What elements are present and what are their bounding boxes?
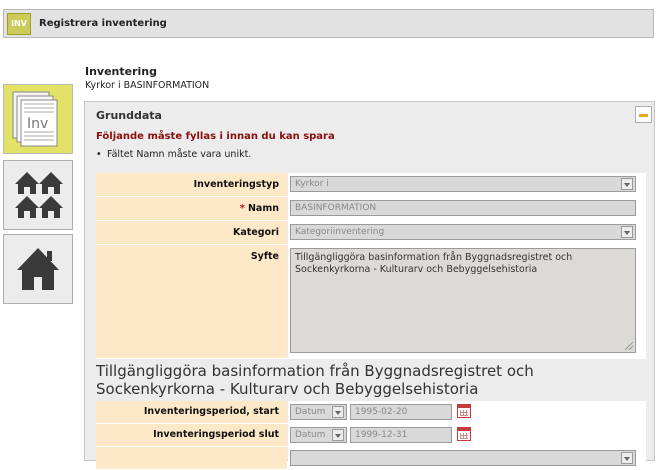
chevron-down-icon [332,406,344,418]
form-row-next [96,447,646,470]
syfte-label: Syfte [96,245,287,358]
house-icon [17,248,59,290]
houses-group-icon [15,172,63,218]
form-row-period-start: Inventeringsperiod, start Datum 1995-02-… [96,401,646,424]
syfte-preview: Tillgängliggöra basinformation från Bygg… [96,362,534,398]
namn-input[interactable]: BASINFORMATION [290,200,636,216]
kategori-select[interactable]: Kategoriinventering [290,224,636,240]
period-slut-date-input[interactable]: 1999-12-31 [350,427,452,443]
period-start-datum-select[interactable]: Datum [290,404,347,420]
form-row-namn: * Namn BASINFORMATION [96,197,646,221]
collapse-button[interactable] [635,106,652,123]
inventeringstyp-label: Inventeringstyp [96,173,287,196]
chevron-down-icon [332,429,344,441]
calendar-icon[interactable] [457,427,471,441]
document-stack-icon: Inv [12,91,58,147]
next-select[interactable] [290,450,636,466]
grunddata-form: Inventeringstyp Kyrkor i * Namn BASINFOR… [96,173,646,470]
kategori-label: Kategori [96,221,287,244]
nav-tile-building[interactable] [3,234,73,304]
section-subtitle: Kyrkor i BASINFORMATION [85,80,210,91]
nav-tile-inventering[interactable]: Inv [3,84,73,154]
page-title: Registrera inventering [39,18,167,29]
period-start-label: Inventeringsperiod, start [96,401,287,423]
form-row-period-slut: Inventeringsperiod slut Datum 1999-12-31 [96,424,646,447]
minus-icon [639,114,648,117]
calendar-icon[interactable] [457,404,471,418]
chevron-down-icon [621,178,633,190]
namn-label: * Namn [96,197,287,220]
top-bar: INV Registrera inventering [3,9,654,38]
grunddata-panel: Grunddata Följande måste fyllas i innan … [84,101,655,470]
syfte-textarea[interactable]: Tillgängliggöra basinformation från Bygg… [290,248,636,353]
section-heading: Inventering [85,65,158,78]
form-row-syfte: Syfte Tillgängliggöra basinformation frå… [96,245,646,359]
period-slut-datum-select[interactable]: Datum [290,427,347,443]
svg-text:Inv: Inv [27,116,48,132]
validation-error-title: Följande måste fyllas i innan du kan spa… [96,131,335,142]
resize-grip-icon[interactable] [625,342,633,350]
panel-title: Grunddata [96,109,162,122]
inv-logo-icon: INV [7,13,31,35]
required-marker: * [239,203,245,214]
inventeringstyp-select[interactable]: Kyrkor i [290,176,636,192]
nav-tile-groups[interactable] [3,160,73,230]
next-label [96,447,287,469]
form-row-inventeringstyp: Inventeringstyp Kyrkor i [96,173,646,197]
validation-error-item: Fältet Namn måste vara unikt. [96,149,251,160]
chevron-down-icon [621,452,633,464]
chevron-down-icon [621,226,633,238]
form-row-kategori: Kategori Kategoriinventering [96,221,646,245]
period-start-date-input[interactable]: 1995-02-20 [350,404,452,420]
period-slut-label: Inventeringsperiod slut [96,424,287,446]
